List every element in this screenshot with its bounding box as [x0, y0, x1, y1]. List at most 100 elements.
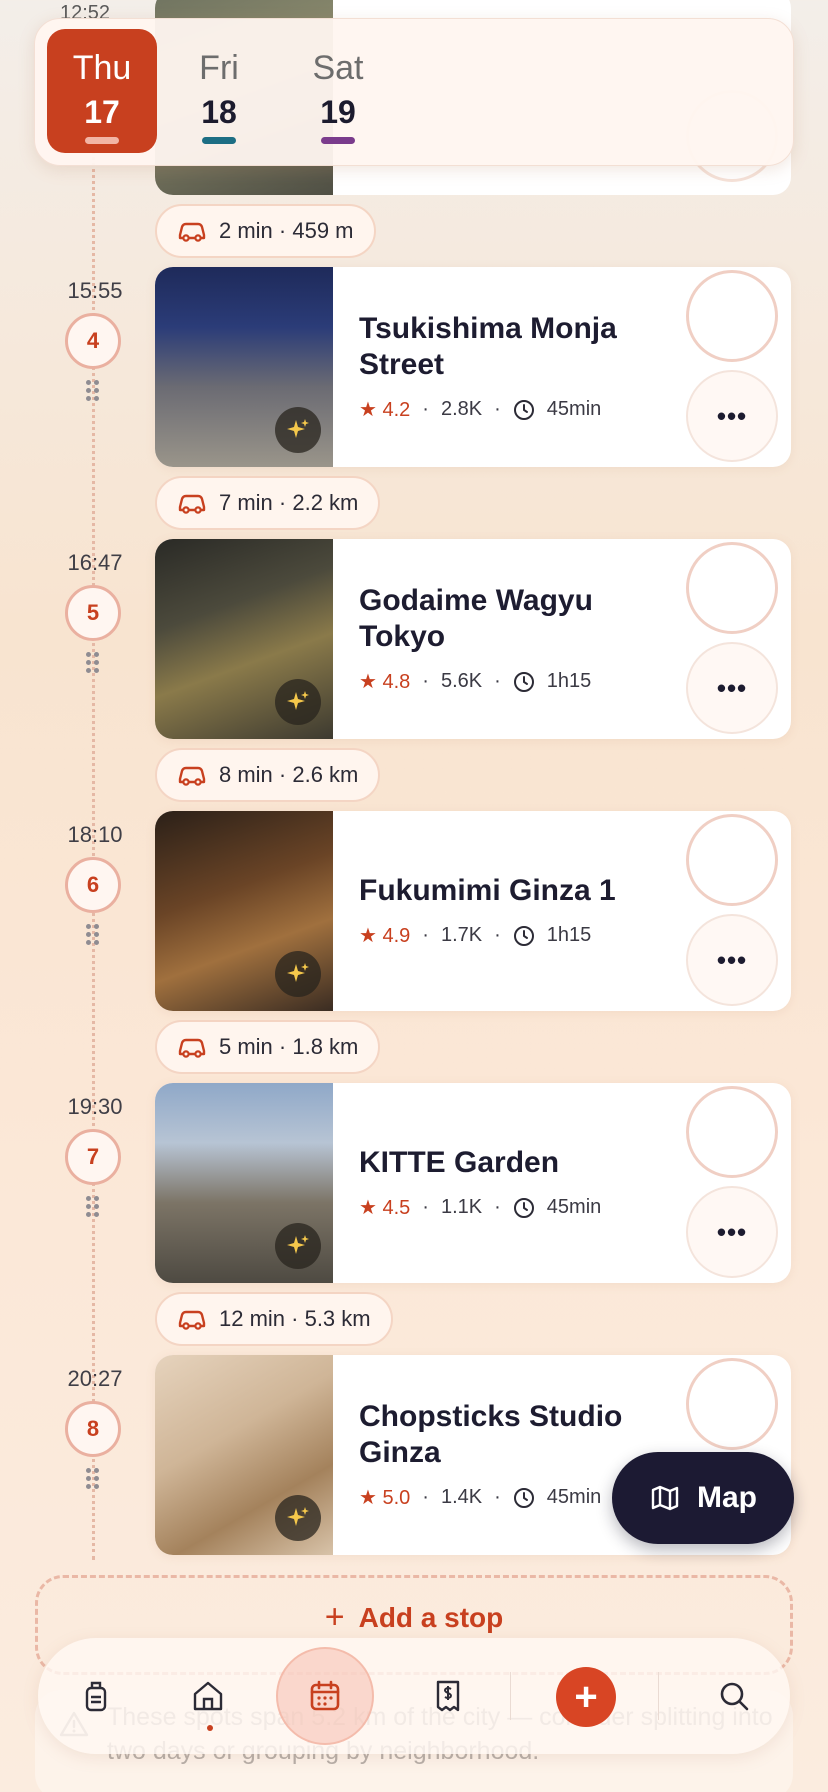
- drag-handle-icon[interactable]: [86, 652, 100, 676]
- stop-meta: ★ 4.8 · 5.6K · 1h15: [359, 669, 591, 694]
- stop-card[interactable]: Godaime Wagyu Tokyo ★ 4.8 · 5.6K · 1h15 …: [155, 539, 791, 739]
- stop-rating: ★ 4.9: [359, 925, 411, 947]
- nav-home[interactable]: [180, 1668, 236, 1724]
- meta-separator: ·: [422, 398, 429, 420]
- clock-icon: [513, 1197, 534, 1218]
- nav-add-button[interactable]: +: [556, 1667, 616, 1727]
- travel-label: 7 min · 2.2 km: [219, 490, 359, 515]
- map-button[interactable]: Map: [612, 1452, 794, 1544]
- map-icon: [651, 1485, 679, 1511]
- meta-separator: ·: [422, 1486, 429, 1508]
- meta-separator: ·: [494, 398, 501, 420]
- day-tabs: Thu 17 Fri 18 Sat 19: [34, 18, 794, 166]
- more-options-button[interactable]: •••: [686, 1186, 778, 1278]
- stop-duration: 45min: [546, 1486, 602, 1508]
- day-color-bar: [321, 137, 355, 144]
- nav-itinerary[interactable]: [297, 1668, 353, 1724]
- stop-time: 19:30: [67, 1094, 123, 1119]
- stop-reviews: 2.8K: [440, 398, 483, 420]
- home-icon: [193, 1681, 223, 1711]
- travel-label: 8 min · 2.6 km: [219, 762, 359, 787]
- day-tab-fri[interactable]: Fri 18: [164, 29, 274, 153]
- visited-toggle[interactable]: [686, 542, 778, 634]
- stop-name: Chopsticks Studio Ginza: [359, 1400, 623, 1469]
- meta-separator: ·: [494, 1196, 501, 1218]
- travel-segment[interactable]: 7 min · 2.2 km: [155, 476, 381, 530]
- stop-reviews: 1.7K: [440, 924, 483, 946]
- search-icon: [720, 1682, 749, 1711]
- stop-number: 7: [65, 1129, 121, 1185]
- meta-separator: ·: [422, 670, 429, 692]
- stop-duration: 45min: [546, 1196, 602, 1218]
- car-icon: [178, 222, 206, 242]
- meta-separator: ·: [494, 1486, 501, 1508]
- stop-time: 16:47: [67, 550, 123, 575]
- drag-handle-icon[interactable]: [86, 1196, 100, 1220]
- stop-card[interactable]: KITTE Garden ★ 4.5 · 1.1K · 45min •••: [155, 1083, 791, 1283]
- day-color-bar: [85, 137, 119, 144]
- ai-sparkle-icon[interactable]: [275, 679, 321, 725]
- day-color-bar: [202, 137, 236, 144]
- nav-divider: [658, 1672, 659, 1720]
- ai-sparkle-icon[interactable]: [275, 407, 321, 453]
- stop-reviews: 1.4K: [440, 1486, 483, 1508]
- drag-handle-icon[interactable]: [86, 1468, 100, 1492]
- nav-trips[interactable]: [68, 1668, 124, 1724]
- stop-duration: 45min: [546, 398, 602, 420]
- stop-meta: ★ 4.5 · 1.1K · 45min: [359, 1195, 601, 1220]
- meta-separator: ·: [422, 924, 429, 946]
- luggage-icon: [85, 1681, 107, 1712]
- ai-sparkle-icon[interactable]: [275, 951, 321, 997]
- travel-label: 5 min · 1.8 km: [219, 1034, 359, 1059]
- visited-toggle[interactable]: [686, 814, 778, 906]
- nav-expenses[interactable]: [420, 1668, 476, 1724]
- meta-separator: ·: [494, 670, 501, 692]
- stop-card[interactable]: Fukumimi Ginza 1 ★ 4.9 · 1.7K · 1h15 •••: [155, 811, 791, 1011]
- clock-icon: [513, 671, 534, 692]
- car-icon: [178, 766, 206, 786]
- stop-duration: 1h15: [546, 924, 592, 946]
- ai-sparkle-icon[interactable]: [275, 1495, 321, 1541]
- more-options-button[interactable]: •••: [686, 914, 778, 1006]
- stop-reviews: 1.1K: [440, 1196, 483, 1218]
- bottom-nav: [38, 1638, 790, 1754]
- travel-segment[interactable]: 8 min · 2.6 km: [155, 748, 381, 802]
- travel-segment[interactable]: 5 min · 1.8 km: [155, 1020, 381, 1074]
- stop-rating: ★ 4.5: [359, 1197, 411, 1219]
- nav-search[interactable]: [706, 1668, 762, 1724]
- stop-meta: ★ 4.9 · 1.7K · 1h15: [359, 923, 591, 948]
- receipt-icon: [436, 1680, 460, 1712]
- day-tab-sat[interactable]: Sat 19: [283, 29, 393, 153]
- stop-number: 6: [65, 857, 121, 913]
- stop-time: 18:10: [67, 822, 123, 847]
- day-number: 19: [320, 94, 356, 130]
- car-icon: [178, 494, 206, 514]
- calendar-icon: [310, 1680, 340, 1711]
- more-options-button[interactable]: •••: [686, 370, 778, 462]
- visited-toggle[interactable]: [686, 1358, 778, 1450]
- meta-separator: ·: [422, 1196, 429, 1218]
- travel-segment[interactable]: 2 min · 459 m: [155, 204, 376, 258]
- meta-separator: ·: [494, 924, 501, 946]
- stop-meta: ★ 4.2 · 2.8K · 45min: [359, 397, 601, 422]
- stop-time: 20:27: [67, 1366, 123, 1391]
- day-name: Fri: [199, 49, 239, 87]
- drag-handle-icon[interactable]: [86, 924, 100, 948]
- ai-sparkle-icon[interactable]: [275, 1223, 321, 1269]
- car-icon: [178, 1310, 206, 1330]
- stop-duration: 1h15: [546, 670, 592, 692]
- stop-reviews: 5.6K: [440, 670, 483, 692]
- travel-segment[interactable]: 12 min · 5.3 km: [155, 1292, 393, 1346]
- stop-rating: ★ 4.8: [359, 671, 411, 693]
- travel-label: 2 min · 459 m: [219, 218, 354, 243]
- visited-toggle[interactable]: [686, 1086, 778, 1178]
- clock-icon: [513, 925, 534, 946]
- day-tab-thu[interactable]: Thu 17: [47, 29, 157, 153]
- day-number: 17: [84, 94, 120, 130]
- stop-card[interactable]: Tsukishima Monja Street ★ 4.2 · 2.8K · 4…: [155, 267, 791, 467]
- more-options-button[interactable]: •••: [686, 642, 778, 734]
- drag-handle-icon[interactable]: [86, 380, 100, 404]
- visited-toggle[interactable]: [686, 270, 778, 362]
- stop-rating: ★ 4.2: [359, 399, 411, 421]
- stop-time: 15:55: [67, 278, 123, 303]
